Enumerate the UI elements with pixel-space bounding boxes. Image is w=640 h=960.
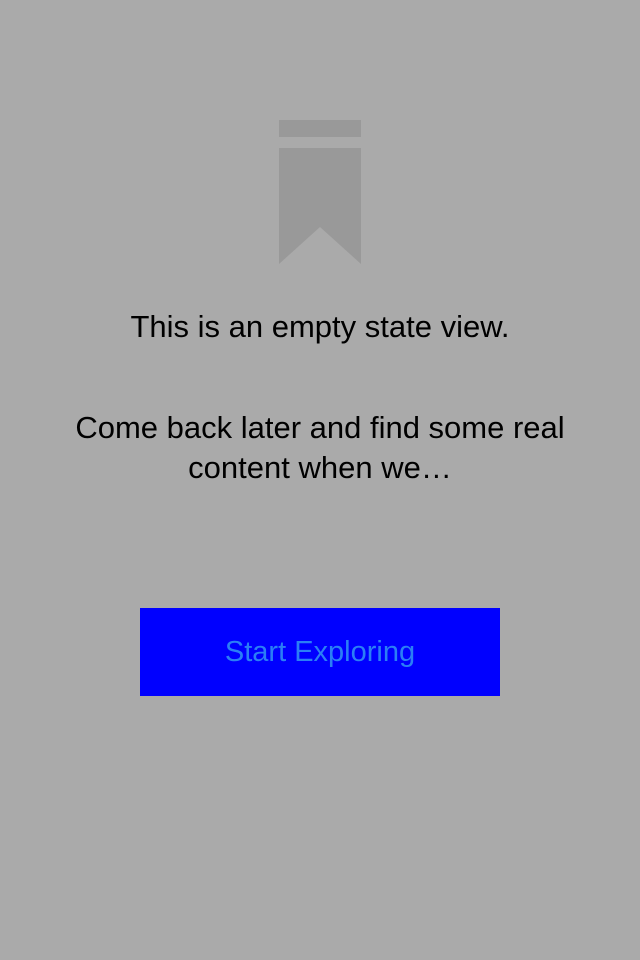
empty-state-message: Come back later and find some real conte… xyxy=(75,410,565,485)
start-exploring-button[interactable]: Start Exploring xyxy=(140,608,500,696)
bookmark-icon xyxy=(279,120,361,264)
empty-state-screen: This is an empty state view. Come back l… xyxy=(0,0,640,960)
empty-state-title: This is an empty state view. xyxy=(130,309,510,344)
